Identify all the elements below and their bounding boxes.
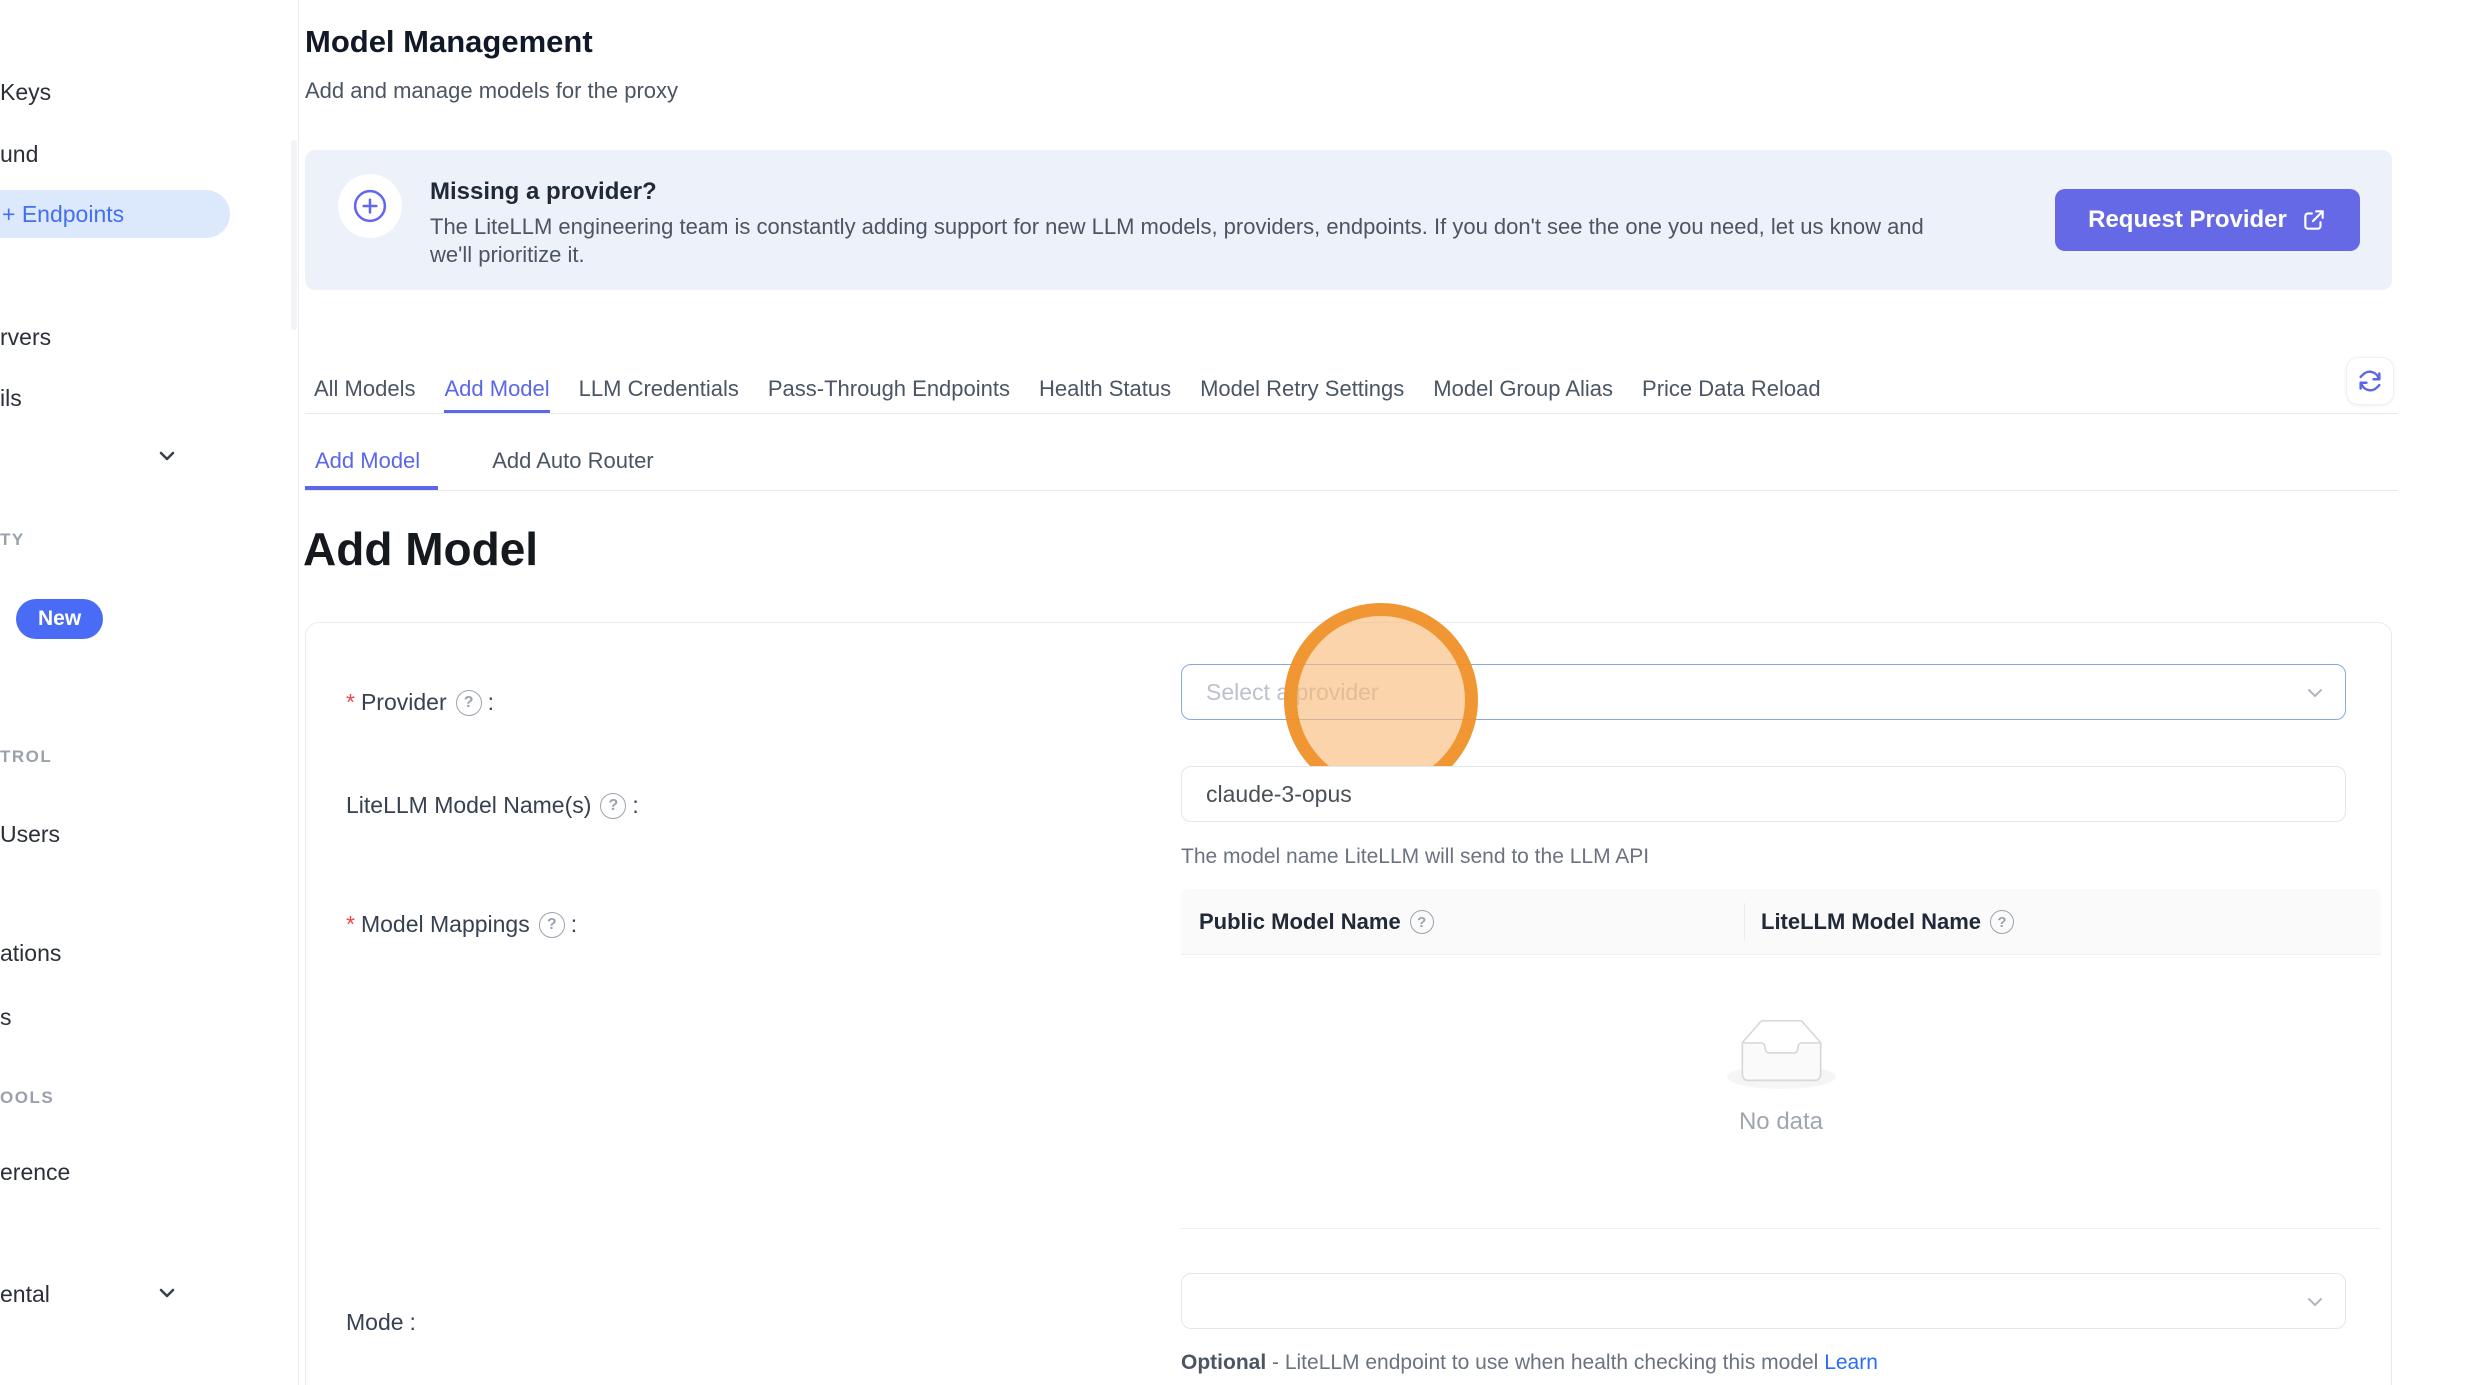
mode-select[interactable] — [1181, 1273, 2346, 1329]
chevron-down-icon — [2303, 681, 2327, 711]
sidebar-item-organizations[interactable]: ations — [0, 939, 61, 967]
chevron-down-icon[interactable] — [155, 444, 179, 468]
tab-all-models[interactable]: All Models — [314, 368, 415, 413]
no-data-text: No data — [1181, 1108, 2381, 1136]
tab-add-model[interactable]: Add Model — [444, 368, 549, 413]
sidebar-item-virtual-keys[interactable]: Keys — [0, 78, 51, 106]
label-colon: : — [571, 911, 577, 938]
column-header-text: Public Model Name — [1199, 909, 1401, 935]
sidebar-section-access-control: TROL — [0, 747, 52, 767]
model-name-helper: The model name LiteLLM will send to the … — [1181, 845, 1649, 869]
request-provider-label: Request Provider — [2088, 206, 2287, 234]
required-asterisk: * — [346, 911, 355, 938]
banner-text-line1: The LiteLLM engineering team is constant… — [430, 214, 1924, 240]
subtab-add-model[interactable]: Add Model — [305, 436, 438, 490]
external-link-icon — [2301, 207, 2327, 233]
page-subtitle: Add and manage models for the proxy — [305, 78, 678, 104]
missing-provider-banner: Missing a provider? The LiteLLM engineer… — [305, 150, 2392, 290]
refresh-button[interactable] — [2346, 357, 2394, 405]
model-mappings-label: * Model Mappings ? : — [346, 911, 577, 938]
tab-pass-through-endpoints[interactable]: Pass-Through Endpoints — [768, 368, 1010, 413]
add-model-heading: Add Model — [303, 522, 538, 576]
sidebar-item-experimental[interactable]: ental — [0, 1280, 50, 1308]
column-divider — [1744, 903, 1745, 941]
subtab-add-auto-router[interactable]: Add Auto Router — [478, 436, 667, 490]
model-tabs: All Models Add Model LLM Credentials Pas… — [305, 368, 2398, 414]
new-badge: New — [16, 599, 103, 639]
provider-label: * Provider ? : — [346, 689, 494, 716]
banner-text-line2: we'll prioritize it. — [430, 242, 585, 268]
refresh-icon — [2356, 367, 2384, 395]
provider-label-text: Provider — [361, 689, 447, 716]
model-name-label: LiteLLM Model Name(s) ? : — [346, 792, 639, 819]
request-provider-button[interactable]: Request Provider — [2055, 189, 2360, 251]
sidebar-section-observability: TY — [0, 530, 25, 550]
sidebar-item-label: + Endpoints — [2, 201, 124, 228]
label-colon: : — [488, 689, 494, 716]
sidebar-item-guardrails[interactable]: ils — [0, 384, 22, 412]
help-icon[interactable]: ? — [1990, 910, 2014, 934]
sidebar-scrollbar[interactable] — [291, 140, 297, 330]
sidebar: Keys und + Endpoints rvers ils TY New TR… — [0, 0, 299, 1385]
sidebar-item-models-endpoints-active[interactable]: + Endpoints — [0, 190, 230, 238]
tab-health-status[interactable]: Health Status — [1039, 368, 1171, 413]
tab-price-data-reload[interactable]: Price Data Reload — [1642, 368, 1821, 413]
sidebar-item-internal-users[interactable]: Users — [0, 820, 60, 848]
sidebar-item-teams[interactable]: s — [0, 1003, 12, 1031]
table-body-empty: No data — [1181, 955, 2381, 1229]
provider-select[interactable]: Select a provider — [1181, 664, 2346, 720]
model-name-input[interactable]: claude-3-opus — [1181, 766, 2346, 822]
chevron-down-icon — [2303, 1290, 2327, 1320]
tab-llm-credentials[interactable]: LLM Credentials — [579, 368, 739, 413]
model-management-page: Keys und + Endpoints rvers ils TY New TR… — [0, 0, 2477, 1385]
sidebar-item-api-reference[interactable]: erence — [0, 1158, 70, 1186]
mode-label-text: Mode — [346, 1309, 404, 1336]
help-icon[interactable]: ? — [1410, 910, 1434, 934]
help-icon[interactable]: ? — [539, 912, 565, 938]
column-header-text: LiteLLM Model Name — [1761, 909, 1981, 935]
page-title: Model Management — [305, 24, 593, 60]
mode-helper: Optional - LiteLLM endpoint to use when … — [1181, 1351, 1878, 1375]
model-mappings-table: Public Model Name ? LiteLLM Model Name ? — [1181, 889, 2381, 1229]
tab-model-group-alias[interactable]: Model Group Alias — [1433, 368, 1613, 413]
label-colon: : — [410, 1309, 416, 1336]
model-name-value: claude-3-opus — [1206, 781, 1352, 808]
model-mappings-label-text: Model Mappings — [361, 911, 530, 938]
required-asterisk: * — [346, 689, 355, 716]
plus-circle-icon — [338, 174, 402, 238]
add-model-subtabs: Add Model Add Auto Router — [305, 436, 2398, 491]
help-icon[interactable]: ? — [600, 793, 626, 819]
empty-inbox-icon — [1727, 1019, 1836, 1089]
mode-helper-optional: Optional — [1181, 1351, 1266, 1374]
sidebar-item-mcp-servers[interactable]: rvers — [0, 323, 51, 351]
learn-more-link[interactable]: Learn — [1824, 1351, 1878, 1374]
empty-state: No data — [1181, 1019, 2381, 1136]
sidebar-item-playground[interactable]: und — [0, 140, 38, 168]
model-name-label-text: LiteLLM Model Name(s) — [346, 792, 591, 819]
provider-select-placeholder: Select a provider — [1206, 679, 1379, 706]
tab-model-retry-settings[interactable]: Model Retry Settings — [1200, 368, 1404, 413]
mode-label: Mode : — [346, 1309, 416, 1336]
label-colon: : — [632, 792, 638, 819]
new-badge-label: New — [38, 607, 81, 631]
chevron-down-icon[interactable] — [155, 1281, 179, 1305]
add-model-form-card: * Provider ? : Select a provider LiteLLM… — [305, 622, 2392, 1385]
banner-title: Missing a provider? — [430, 178, 657, 206]
sidebar-section-tools: OOLS — [0, 1088, 54, 1108]
help-icon[interactable]: ? — [456, 690, 482, 716]
mode-helper-text: - LiteLLM endpoint to use when health ch… — [1266, 1351, 1824, 1374]
column-header-public-model-name: Public Model Name ? — [1199, 889, 1434, 955]
column-header-litellm-model-name: LiteLLM Model Name ? — [1761, 889, 2014, 955]
